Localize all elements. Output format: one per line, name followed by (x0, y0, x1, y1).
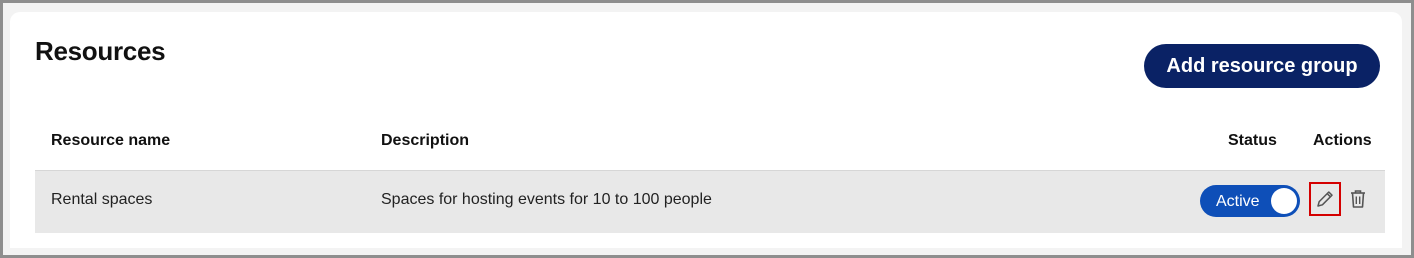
column-header-resource-name: Resource name (51, 132, 171, 149)
edit-button[interactable] (1309, 182, 1341, 216)
resource-name-cell: Rental spaces (51, 191, 153, 208)
status-toggle[interactable]: Active (1200, 185, 1300, 217)
column-header-status: Status (1228, 132, 1277, 149)
status-toggle-label: Active (1216, 193, 1260, 210)
pencil-icon (1317, 191, 1333, 207)
column-header-description: Description (381, 132, 470, 149)
toggle-knob (1271, 188, 1297, 214)
delete-button[interactable] (1343, 183, 1373, 215)
column-header-actions: Actions (1313, 132, 1372, 149)
add-resource-group-button[interactable]: Add resource group (1144, 44, 1380, 88)
trash-icon (1351, 190, 1365, 208)
description-cell: Spaces for hosting events for 10 to 100 … (381, 191, 712, 208)
page-title: Resources (35, 36, 166, 66)
